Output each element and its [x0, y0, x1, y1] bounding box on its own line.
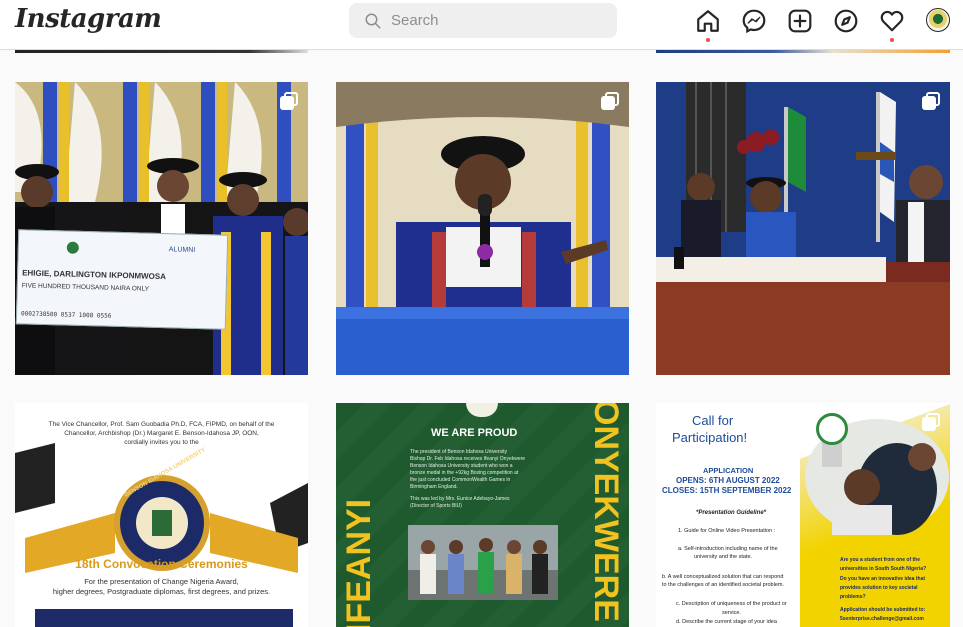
- contact-email: 5senterprise.challenge@gmail.com: [840, 616, 924, 622]
- speaker-podium-photo: [336, 82, 629, 375]
- cheque-amount: FIVE HUNDRED THOUSAND NAIRA ONLY: [21, 282, 150, 293]
- invite-subtitle: higher degrees, Postgraduate diplomas, f…: [52, 587, 271, 596]
- footer-band: [35, 609, 293, 627]
- instagram-logo[interactable]: Instagram: [15, 4, 162, 34]
- name-vertical-left: IFEANYI: [340, 498, 378, 627]
- question-line: Do you have an innovative idea that: [840, 576, 926, 582]
- activity-heart-icon[interactable]: [879, 8, 905, 34]
- post-thumbnail[interactable]: ALUMNI EHIGIE, DARLINGTON IKPONMWOSA FIV…: [15, 82, 308, 375]
- carousel-icon: [280, 92, 298, 110]
- proud-body-line: (Director of Sports BIU): [410, 503, 462, 509]
- guideline-line: to the challenges of an identified socie…: [662, 582, 784, 588]
- profile-avatar[interactable]: [926, 8, 950, 32]
- cheque-ceremony-photo: [15, 82, 308, 375]
- question-line: Application should be submitted to:: [840, 607, 926, 613]
- top-nav-bar: Instagram: [0, 0, 963, 50]
- post-thumbnail[interactable]: WE ARE PROUD The president of Benson Ida…: [336, 403, 629, 627]
- carousel-icon: [601, 92, 619, 110]
- messenger-icon[interactable]: [741, 8, 767, 34]
- new-post-icon[interactable]: [787, 8, 813, 34]
- name-vertical-right: ONYEKWERE: [587, 403, 625, 622]
- group-photo: [408, 525, 558, 600]
- guideline-line: service.: [722, 610, 741, 616]
- guideline-line: 1. Guide for Online Video Presentation :: [678, 528, 776, 534]
- cheque-code: 0002738500 0537 1008 0556: [20, 310, 112, 320]
- invite-heading: 18th Convocation Ceremonies: [75, 557, 248, 571]
- proud-body-line: The president of Benson Idahosa Universi…: [410, 449, 507, 455]
- application-closes: CLOSES: 15TH SEPTEMBER 2022: [662, 486, 792, 495]
- question-line: Are you a student from one of the: [840, 557, 921, 563]
- university-logo: [816, 413, 848, 445]
- proud-body-line: Benson Idahosa University student who wo…: [410, 463, 513, 469]
- proud-body-line: the just concluded CommonWealth Games in: [410, 477, 511, 483]
- previous-post-edge[interactable]: [656, 50, 950, 53]
- proud-body-line: bronze medal in the +92kg Boxing competi…: [410, 470, 519, 476]
- call-title: Call for: [692, 413, 734, 428]
- previous-post-edge[interactable]: [15, 50, 308, 53]
- question-line: universities in South South Nigeria?: [840, 566, 927, 572]
- guideline-line: d. Describe the current stage of your id…: [676, 619, 777, 625]
- proud-body-line: This was led by Mrs. Eunice Adebayo-Jame…: [410, 496, 510, 502]
- proud-body-line: Bishop Dr. Feb Idahosa receives Ifeanyi …: [410, 456, 526, 462]
- carousel-icon: [922, 92, 940, 110]
- guideline-line: b. A well conceptualized solution that c…: [662, 574, 784, 580]
- invite-intro-line: The Vice Chancellor, Prof. Sam Guobadia …: [48, 421, 275, 428]
- application-opens: OPENS: 6TH AUGUST 2022: [676, 476, 780, 485]
- guideline-title: *Presentation Guideline*: [696, 510, 767, 516]
- meeting-photo: [656, 82, 950, 375]
- question-line: problems?: [840, 594, 866, 600]
- invite-intro-line: Chancellor, Archbishop (Dr.) Margaret E.…: [64, 430, 259, 437]
- cheque: ALUMNI EHIGIE, DARLINGTON IKPONMWOSA FIV…: [15, 229, 229, 330]
- post-thumbnail[interactable]: [656, 82, 950, 375]
- activity-notification-dot: [890, 38, 894, 42]
- cheque-logo: [66, 241, 79, 254]
- guideline-line: c. Description of uniqueness of the prod…: [676, 601, 787, 607]
- search-input[interactable]: [391, 3, 606, 38]
- invite-subtitle: For the presentation of Change Nigeria A…: [84, 577, 239, 586]
- guideline-line: a. Self-introduction including name of t…: [678, 546, 778, 552]
- search-icon: [365, 13, 381, 29]
- cheque-brand: ALUMNI: [168, 246, 196, 254]
- search-box[interactable]: [349, 3, 617, 38]
- proud-title: WE ARE PROUD: [431, 427, 518, 439]
- carousel-icon: [922, 413, 940, 431]
- call-title: Participation!: [672, 430, 748, 445]
- proud-body-line: Birmingham England.: [410, 484, 458, 490]
- cheque-payee: EHIGIE, DARLINGTON IKPONMWOSA: [22, 268, 167, 282]
- post-thumbnail[interactable]: [336, 82, 629, 375]
- post-thumbnail[interactable]: Call for Participation! APPLICATION OPEN…: [656, 403, 950, 627]
- explore-icon[interactable]: [833, 8, 859, 34]
- guideline-line: university and the state.: [694, 554, 753, 560]
- home-notification-dot: [706, 38, 710, 42]
- post-thumbnail[interactable]: The Vice Chancellor, Prof. Sam Guobadia …: [15, 403, 308, 627]
- home-icon[interactable]: [695, 8, 721, 34]
- question-line: provides solution to key societal: [840, 585, 918, 591]
- application-label: APPLICATION: [703, 466, 754, 475]
